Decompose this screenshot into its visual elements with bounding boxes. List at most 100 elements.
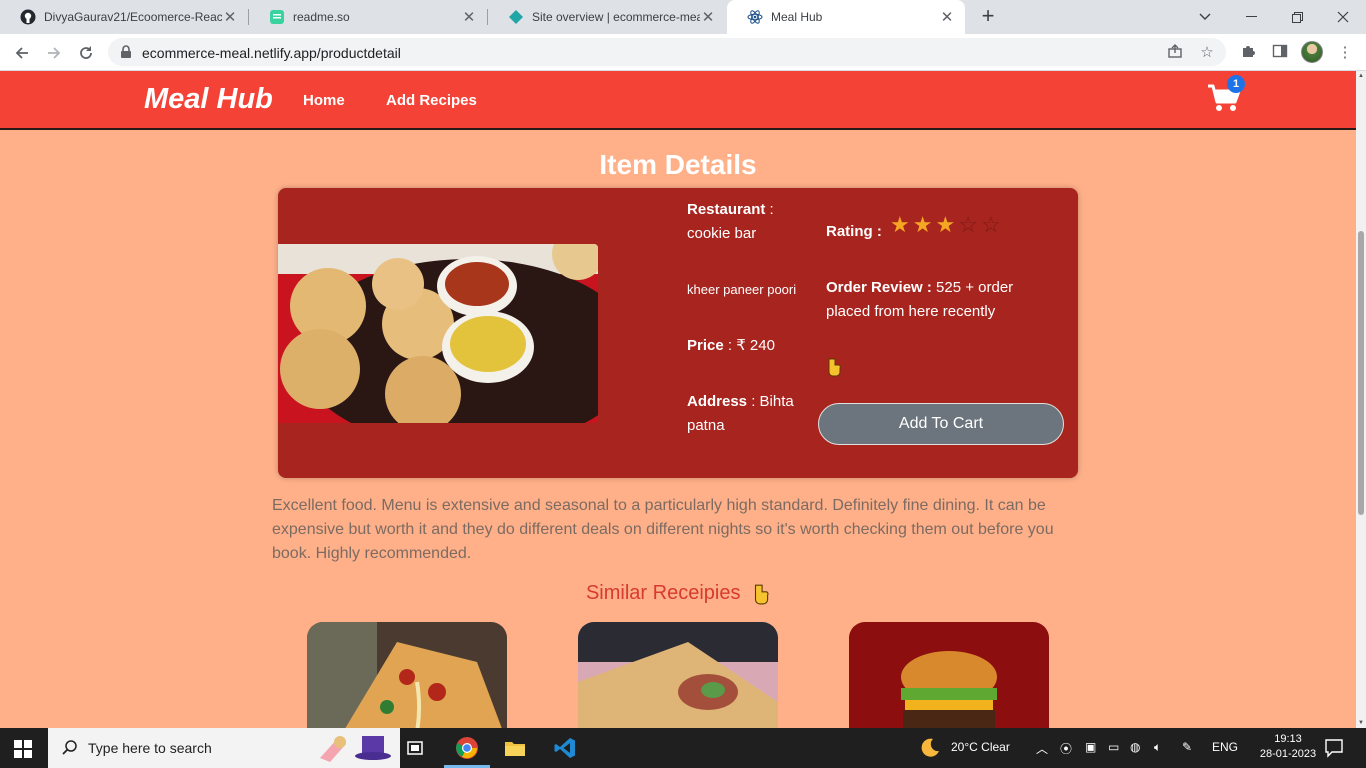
extensions-puzzle-icon[interactable] <box>1238 43 1258 63</box>
tray-app-icon[interactable]: ⦿ <box>1060 740 1072 757</box>
item-detail-card: Restaurant : cookie bar kheer paneer poo… <box>278 188 1078 478</box>
forward-arrow-icon[interactable] <box>41 40 67 66</box>
url-text: ecommerce-meal.netlify.app/productdetail <box>142 45 401 61</box>
battery-icon[interactable]: ▭ <box>1108 740 1119 754</box>
tab-title: readme.so <box>293 10 350 24</box>
rating-stars: ★ ★ ★ ☆ ☆ <box>890 213 1001 237</box>
similar-item-burger[interactable] <box>849 622 1049 728</box>
task-view-icon[interactable] <box>404 736 428 760</box>
pen-icon[interactable]: ✎ <box>1182 740 1192 754</box>
netlify-icon <box>508 9 524 25</box>
similar-item-pizza[interactable] <box>307 622 507 728</box>
readme-icon <box>269 9 285 25</box>
tab-netlify[interactable]: Site overview | ecommerce-meal ✕ <box>488 0 726 34</box>
file-explorer-icon[interactable] <box>503 736 527 760</box>
browser-tab-bar: DivyaGaurav21/Ecoomerce-React ✕ readme.s… <box>0 0 1366 34</box>
site-navbar: Meal Hub Home Add Recipes 1 <box>0 71 1356 130</box>
windows-start-icon[interactable] <box>14 740 32 758</box>
chrome-taskbar-icon[interactable] <box>455 736 479 760</box>
page-scrollbar[interactable]: ▲ ▼ <box>1356 71 1366 728</box>
bookmark-star-icon[interactable]: ☆ <box>1198 43 1216 61</box>
nav-home-link[interactable]: Home <box>303 92 345 109</box>
pointing-hand-icon <box>828 358 841 377</box>
price-label: Price <box>687 337 724 354</box>
star-filled-icon: ★ <box>890 212 910 237</box>
rating-label-text: Rating : <box>826 223 882 240</box>
address-field: Address : Bihta patna <box>687 390 807 438</box>
star-empty-icon: ☆ <box>958 212 978 237</box>
close-icon[interactable]: ✕ <box>939 8 955 26</box>
price-value: : ₹ 240 <box>723 337 775 354</box>
brand-logo[interactable]: Meal Hub <box>144 83 273 116</box>
taskbar-clock[interactable]: 19:13 28-01-2023 <box>1258 732 1318 762</box>
new-tab-plus-icon[interactable]: + <box>976 5 1000 29</box>
cart-count-badge: 1 <box>1227 75 1245 93</box>
item-image <box>278 244 598 423</box>
weather-text[interactable]: 20°C Clear <box>951 740 1010 754</box>
windows-taskbar: Type here to search 20°C Clear ︿ ⦿ ▣ ▭ ◍… <box>0 728 1366 768</box>
window-close-icon[interactable] <box>1320 0 1366 34</box>
order-review-label: Order Review : <box>826 279 932 296</box>
weather-moon-icon <box>921 738 939 757</box>
scroll-up-arrow-icon[interactable]: ▲ <box>1358 73 1364 79</box>
close-icon[interactable]: ✕ <box>461 8 477 26</box>
taskbar-search-placeholder: Type here to search <box>88 740 212 756</box>
star-filled-icon: ★ <box>935 212 956 237</box>
profile-avatar[interactable] <box>1301 41 1323 63</box>
url-field[interactable]: ecommerce-meal.netlify.app/productdetail… <box>108 38 1226 66</box>
tab-readme[interactable]: readme.so ✕ <box>249 0 487 34</box>
item-name: kheer paneer poori <box>687 282 797 297</box>
network-globe-icon[interactable]: ◍ <box>1130 740 1140 754</box>
react-icon <box>747 9 763 25</box>
lock-icon <box>120 45 132 64</box>
order-review-field: Order Review : 525 + order placed from h… <box>826 276 1046 324</box>
search-icon <box>62 740 77 755</box>
star-filled-icon: ★ <box>912 212 933 237</box>
similar-item-wrap[interactable] <box>578 622 778 728</box>
review-text: Excellent food. Menu is extensive and se… <box>272 497 1054 562</box>
search-highlight-icon <box>320 736 391 762</box>
similar-recipes-heading: Similar Receipies <box>0 582 1356 605</box>
price-field: Price : ₹ 240 <box>687 334 775 358</box>
notification-icon[interactable] <box>1322 736 1346 760</box>
back-arrow-icon[interactable] <box>9 40 35 66</box>
tab-title: DivyaGaurav21/Ecoomerce-React <box>44 10 222 24</box>
restaurant-value: cookie bar <box>687 225 757 242</box>
tab-meal-hub[interactable]: Meal Hub ✕ <box>727 0 965 34</box>
restaurant-label: Restaurant <box>687 201 766 218</box>
pointing-hand-icon <box>754 584 769 605</box>
tray-device-icon[interactable]: ▣ <box>1085 740 1096 754</box>
restore-icon[interactable] <box>1274 0 1320 34</box>
page-title: Item Details <box>599 149 757 180</box>
star-empty-icon: ☆ <box>980 212 1001 237</box>
close-icon[interactable]: ✕ <box>700 8 716 26</box>
close-icon[interactable]: ✕ <box>222 8 238 26</box>
address-label: Address <box>687 393 748 410</box>
tab-search-chevron-icon[interactable] <box>1182 0 1228 34</box>
github-icon <box>20 9 36 25</box>
nav-add-recipes-link[interactable]: Add Recipes <box>386 92 477 109</box>
vscode-icon[interactable] <box>553 736 577 760</box>
tab-github[interactable]: DivyaGaurav21/Ecoomerce-React ✕ <box>0 0 248 34</box>
taskbar-search-box[interactable]: Type here to search <box>48 728 400 768</box>
share-icon[interactable] <box>1166 43 1184 61</box>
volume-icon[interactable]: 🔈︎ <box>1154 740 1161 755</box>
similar-recipes-title: Similar Receipies <box>585 582 741 605</box>
page-viewport: Meal Hub Home Add Recipes 1 Item Details <box>0 71 1356 728</box>
restaurant-separator: : <box>765 201 774 218</box>
minimize-icon[interactable] <box>1228 0 1274 34</box>
restaurant-field: Restaurant : cookie bar <box>687 198 807 246</box>
scroll-down-arrow-icon[interactable]: ▼ <box>1358 720 1364 726</box>
language-indicator[interactable]: ENG <box>1212 740 1238 754</box>
reload-icon[interactable] <box>73 40 99 66</box>
side-panel-icon[interactable] <box>1270 43 1290 63</box>
rating-label: Rating : <box>826 220 882 244</box>
add-to-cart-button[interactable]: Add To Cart <box>818 403 1064 445</box>
scrollbar-thumb[interactable] <box>1358 231 1364 515</box>
tab-title: Meal Hub <box>771 10 823 24</box>
clock-date: 28-01-2023 <box>1259 748 1317 760</box>
tray-chevron-up-icon[interactable]: ︿ <box>1036 740 1048 757</box>
menu-kebab-icon[interactable]: ⋮ <box>1335 43 1355 63</box>
clock-time: 19:13 <box>1274 733 1302 745</box>
tab-title: Site overview | ecommerce-meal <box>532 10 700 24</box>
